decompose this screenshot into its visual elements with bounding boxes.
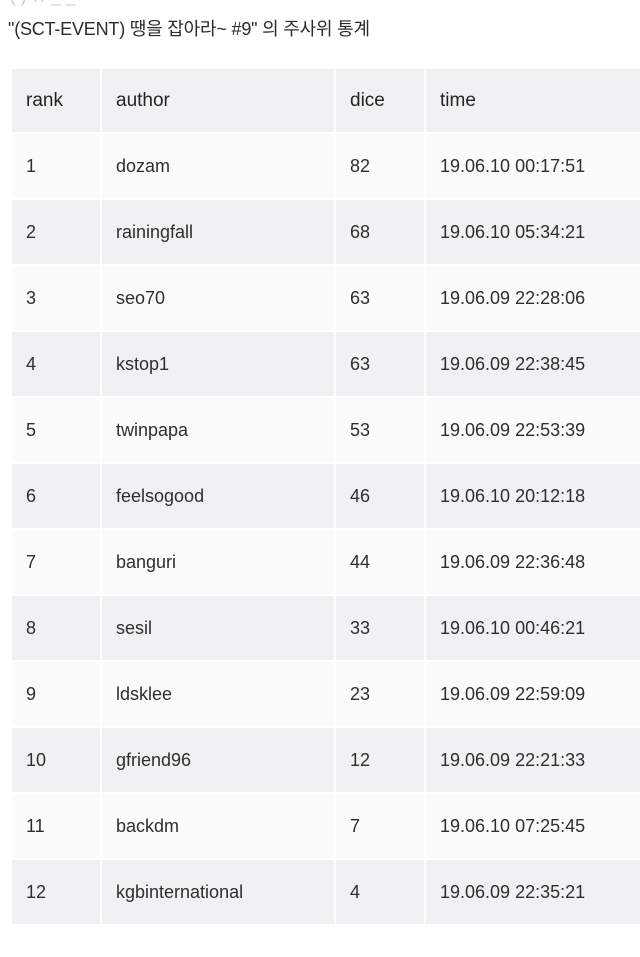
cell-author: sesil [102,596,334,660]
column-header-author[interactable]: author [102,69,334,132]
table-header-row: rank author dice time [2,69,640,132]
cell-rank: 5 [2,398,100,462]
cell-dice: 23 [336,662,424,726]
cell-dice: 82 [336,134,424,198]
table-row: 1 dozam 82 19.06.10 00:17:51 [2,134,640,198]
cell-author: twinpapa [102,398,334,462]
cell-rank: 12 [2,860,100,924]
cell-rank: 1 [2,134,100,198]
table-row: 9 ldsklee 23 19.06.09 22:59:09 [2,662,640,726]
column-header-rank[interactable]: rank [2,69,100,132]
table-row: 3 seo70 63 19.06.09 22:28:06 [2,266,640,330]
cell-dice: 12 [336,728,424,792]
page-title: "(SCT-EVENT) 땡을 잡아라~ #9" 의 주사위 통계 [8,19,370,39]
cell-time: 19.06.10 00:17:51 [426,134,640,198]
table-row: 2 rainingfall 68 19.06.10 05:34:21 [2,200,640,264]
cell-time: 19.06.09 22:38:45 [426,332,640,396]
cell-time: 19.06.09 22:35:21 [426,860,640,924]
clipped-previous-line: ( ) \ / _ _ [10,0,630,8]
cell-rank: 9 [2,662,100,726]
dice-stats-table-container: rank author dice time 1 dozam 82 19.06.1… [0,67,640,926]
cell-time: 19.06.09 22:53:39 [426,398,640,462]
cell-time: 19.06.09 22:28:06 [426,266,640,330]
cell-dice: 53 [336,398,424,462]
cell-author: gfriend96 [102,728,334,792]
cell-author: backdm [102,794,334,858]
page-root: ( ) \ / _ _ "(SCT-EVENT) 땡을 잡아라~ #9" 의 주… [0,0,640,957]
cell-rank: 6 [2,464,100,528]
table-row: 7 banguri 44 19.06.09 22:36:48 [2,530,640,594]
cell-dice: 4 [336,860,424,924]
cell-time: 19.06.10 05:34:21 [426,200,640,264]
cell-author: kstop1 [102,332,334,396]
table-row: 8 sesil 33 19.06.10 00:46:21 [2,596,640,660]
table-body: 1 dozam 82 19.06.10 00:17:51 2 rainingfa… [2,134,640,924]
cell-dice: 68 [336,200,424,264]
cell-rank: 7 [2,530,100,594]
cell-author: banguri [102,530,334,594]
cell-time: 19.06.10 00:46:21 [426,596,640,660]
cell-author: dozam [102,134,334,198]
table-row: 10 gfriend96 12 19.06.09 22:21:33 [2,728,640,792]
cell-rank: 8 [2,596,100,660]
cell-time: 19.06.09 22:59:09 [426,662,640,726]
cell-time: 19.06.09 22:21:33 [426,728,640,792]
cell-time: 19.06.10 07:25:45 [426,794,640,858]
cell-dice: 44 [336,530,424,594]
cell-dice: 7 [336,794,424,858]
cell-author: rainingfall [102,200,334,264]
cell-rank: 2 [2,200,100,264]
cell-dice: 46 [336,464,424,528]
cell-author: feelsogood [102,464,334,528]
cell-author: seo70 [102,266,334,330]
table-row: 6 feelsogood 46 19.06.10 20:12:18 [2,464,640,528]
cell-author: ldsklee [102,662,334,726]
table-row: 5 twinpapa 53 19.06.09 22:53:39 [2,398,640,462]
table-header: rank author dice time [2,69,640,132]
cell-dice: 63 [336,332,424,396]
cell-rank: 11 [2,794,100,858]
cell-dice: 63 [336,266,424,330]
cell-rank: 4 [2,332,100,396]
table-row: 12 kgbinternational 4 19.06.09 22:35:21 [2,860,640,924]
table-row: 4 kstop1 63 19.06.09 22:38:45 [2,332,640,396]
cell-rank: 10 [2,728,100,792]
column-header-time[interactable]: time [426,69,640,132]
table-row: 11 backdm 7 19.06.10 07:25:45 [2,794,640,858]
cell-dice: 33 [336,596,424,660]
dice-stats-table: rank author dice time 1 dozam 82 19.06.1… [0,67,640,926]
column-header-dice[interactable]: dice [336,69,424,132]
cell-time: 19.06.09 22:36:48 [426,530,640,594]
cell-author: kgbinternational [102,860,334,924]
cell-time: 19.06.10 20:12:18 [426,464,640,528]
cell-rank: 3 [2,266,100,330]
